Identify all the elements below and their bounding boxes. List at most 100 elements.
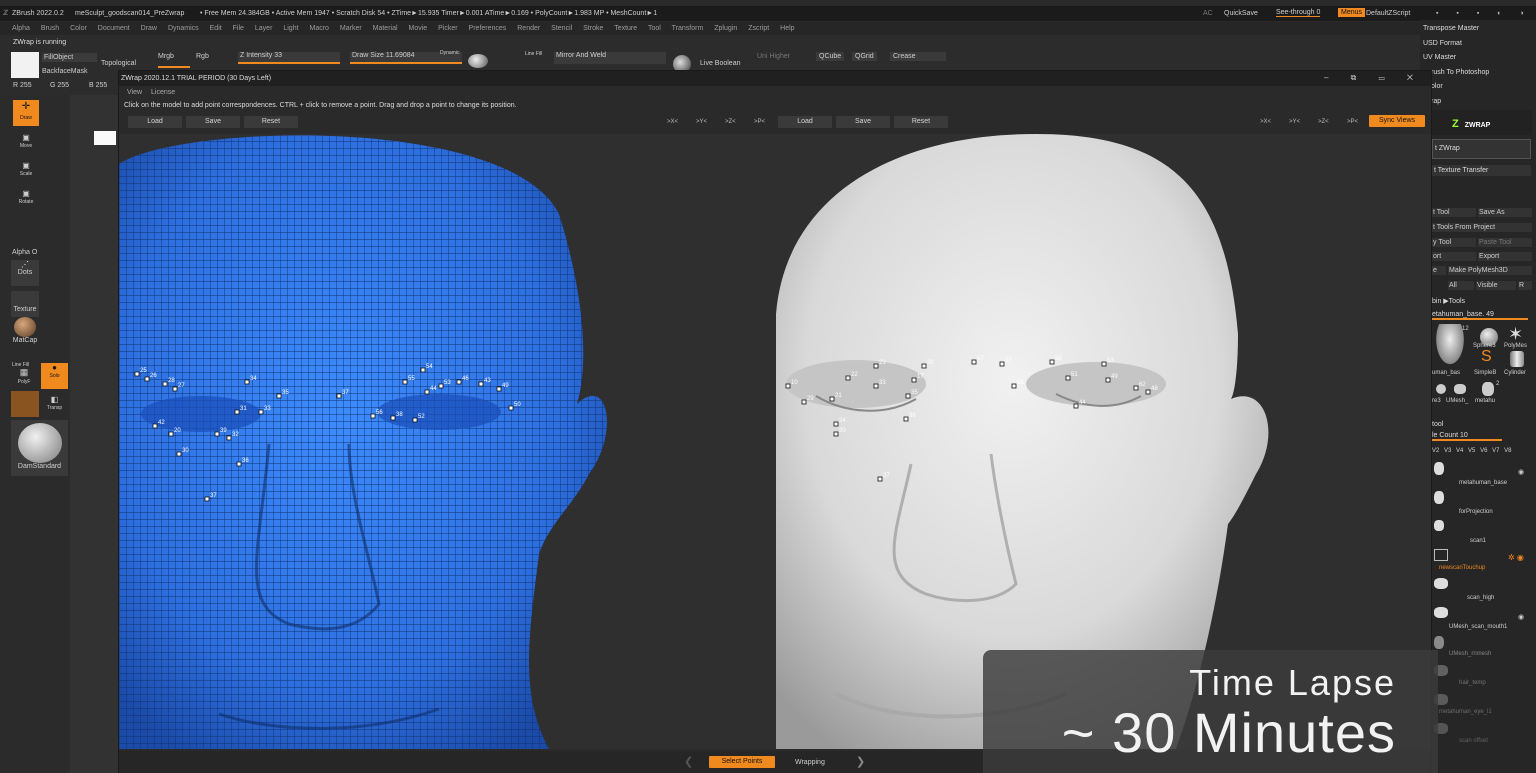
- dynamic-button[interactable]: Dynamic: [440, 50, 459, 56]
- point-marker[interactable]: [244, 379, 250, 385]
- live-boolean-button[interactable]: Live Boolean: [700, 60, 740, 67]
- crease-button[interactable]: Crease: [890, 52, 946, 61]
- metahuman-thumbnail[interactable]: [1482, 382, 1494, 396]
- point-marker[interactable]: [1049, 359, 1055, 365]
- point-marker[interactable]: [176, 451, 182, 457]
- point-marker[interactable]: [1133, 385, 1139, 391]
- prev-arrow-icon[interactable]: ❮: [684, 755, 693, 768]
- point-marker[interactable]: [833, 421, 839, 427]
- v6[interactable]: V6: [1480, 448, 1487, 454]
- menu-license[interactable]: License: [151, 89, 175, 96]
- window-controls-icon[interactable]: ▪ ▪ ▪ ◐ ◑ ⊡ ▢ ✕: [1436, 9, 1536, 17]
- eye-icon[interactable]: ◉: [1518, 613, 1524, 621]
- menu-stroke[interactable]: Stroke: [583, 25, 603, 32]
- metahuman-slider[interactable]: etahuman_base. 49: [1432, 311, 1528, 320]
- ac-label[interactable]: AC: [1203, 10, 1213, 17]
- menu-view[interactable]: View: [127, 89, 142, 96]
- copy-tool-button[interactable]: y Tool: [1432, 238, 1476, 247]
- right-load-button[interactable]: Load: [778, 116, 832, 128]
- point-marker[interactable]: [204, 496, 210, 502]
- point-marker[interactable]: [1145, 389, 1151, 395]
- menu-light[interactable]: Light: [283, 25, 298, 32]
- subtool-item[interactable]: hair_temp: [1432, 663, 1532, 691]
- g-value[interactable]: G 255: [50, 82, 69, 89]
- v4[interactable]: V4: [1456, 448, 1463, 454]
- transpose-master[interactable]: Transpose Master: [1423, 25, 1479, 32]
- left-reset-button[interactable]: Reset: [244, 116, 298, 128]
- menu-transform[interactable]: Transform: [672, 25, 704, 32]
- source-mesh-viewport[interactable]: 25 26 28 27 34 31 20 35 37 56 55 54 53 46 44 43 49 38 52 50…: [119, 134, 776, 749]
- sphere3-thumbnail[interactable]: [1436, 384, 1446, 394]
- point-marker[interactable]: [1073, 403, 1079, 409]
- rgb-button[interactable]: Rgb: [196, 53, 209, 60]
- select-points-tab[interactable]: Select Points: [709, 756, 775, 768]
- point-marker[interactable]: [478, 381, 484, 387]
- point-marker[interactable]: [905, 393, 911, 399]
- menu-macro[interactable]: Macro: [310, 25, 329, 32]
- quicksave-button[interactable]: QuickSave: [1224, 10, 1258, 17]
- point-marker[interactable]: [172, 386, 178, 392]
- menu-preferences[interactable]: Preferences: [469, 25, 507, 32]
- dots-stroke-button[interactable]: ⋰ Dots: [11, 260, 39, 286]
- menu-brush[interactable]: Brush: [41, 25, 59, 32]
- cylinder-thumbnail[interactable]: [1510, 351, 1524, 367]
- subtool-section[interactable]: tool: [1432, 421, 1443, 428]
- matcap-button[interactable]: MatCap: [11, 317, 39, 345]
- texture-transfer-button[interactable]: t Texture Transfer: [1432, 165, 1531, 176]
- menu-layer[interactable]: Layer: [255, 25, 273, 32]
- right-axis-x[interactable]: >X<: [1260, 119, 1271, 125]
- visible-count-slider[interactable]: le Count 10: [1432, 432, 1502, 441]
- point-marker[interactable]: [971, 359, 977, 365]
- right-save-button[interactable]: Save: [836, 116, 890, 128]
- menu-render[interactable]: Render: [517, 25, 540, 32]
- next-arrow-icon[interactable]: ❯: [856, 755, 865, 768]
- topological-button[interactable]: Topological: [101, 60, 136, 67]
- point-marker[interactable]: [903, 416, 909, 422]
- menu-zplugin[interactable]: Zplugin: [714, 25, 737, 32]
- import-button[interactable]: ort: [1432, 252, 1476, 261]
- sync-views-button[interactable]: Sync Views: [1369, 115, 1425, 127]
- brown-swatch[interactable]: [11, 391, 39, 417]
- subtool-item[interactable]: scan_high: [1432, 576, 1532, 604]
- point-marker[interactable]: [214, 431, 220, 437]
- left-save-button[interactable]: Save: [186, 116, 240, 128]
- export-button[interactable]: Export: [1478, 252, 1532, 261]
- fill-object-button[interactable]: FillObject: [42, 53, 97, 62]
- point-marker[interactable]: [496, 386, 502, 392]
- transp-button[interactable]: ◧ Transp: [41, 395, 68, 417]
- gear-icon[interactable]: ✲ ◉: [1508, 553, 1524, 562]
- load-tools-project[interactable]: t Tools From Project: [1432, 223, 1532, 232]
- left-axis-p[interactable]: >P<: [754, 119, 765, 125]
- eye-icon[interactable]: ◉: [1518, 468, 1524, 476]
- menu-edit[interactable]: Edit: [210, 25, 222, 32]
- uv-master[interactable]: UV Master: [1423, 54, 1456, 61]
- subtool-item[interactable]: scan1: [1432, 518, 1532, 546]
- point-marker[interactable]: [999, 361, 1005, 367]
- mrgb-button[interactable]: Mrgb: [158, 53, 190, 68]
- menu-dynamics[interactable]: Dynamics: [168, 25, 199, 32]
- v3[interactable]: V3: [1444, 448, 1451, 454]
- menu-document[interactable]: Document: [98, 25, 130, 32]
- sphere-icon[interactable]: [468, 54, 488, 68]
- backface-mask-button[interactable]: BackfaceMask: [42, 68, 88, 75]
- brush-to-photoshop[interactable]: rush To Photoshop: [1431, 69, 1489, 76]
- point-marker[interactable]: [1065, 375, 1071, 381]
- solo-button[interactable]: ● Solo: [41, 363, 68, 389]
- point-marker[interactable]: [412, 417, 418, 423]
- all-button[interactable]: All: [1448, 281, 1474, 290]
- point-marker[interactable]: [1101, 361, 1107, 367]
- point-marker[interactable]: [226, 435, 232, 441]
- window-min-max-close-icon[interactable]: ‒ ⧉ ▭ ✕: [1324, 73, 1423, 83]
- right-axis-p[interactable]: >P<: [1347, 119, 1358, 125]
- menu-movie[interactable]: Movie: [409, 25, 428, 32]
- menu-picker[interactable]: Picker: [438, 25, 457, 32]
- menu-zscript[interactable]: Zscript: [748, 25, 769, 32]
- right-axis-y[interactable]: >Y<: [1289, 119, 1300, 125]
- point-marker[interactable]: [911, 377, 917, 383]
- uni-higher-button[interactable]: Uni Higher: [757, 53, 790, 60]
- r-button[interactable]: R: [1518, 281, 1532, 290]
- point-marker[interactable]: [873, 383, 879, 389]
- point-marker[interactable]: [152, 423, 158, 429]
- point-marker[interactable]: [1105, 377, 1111, 383]
- save-as-button[interactable]: Save As: [1478, 208, 1532, 217]
